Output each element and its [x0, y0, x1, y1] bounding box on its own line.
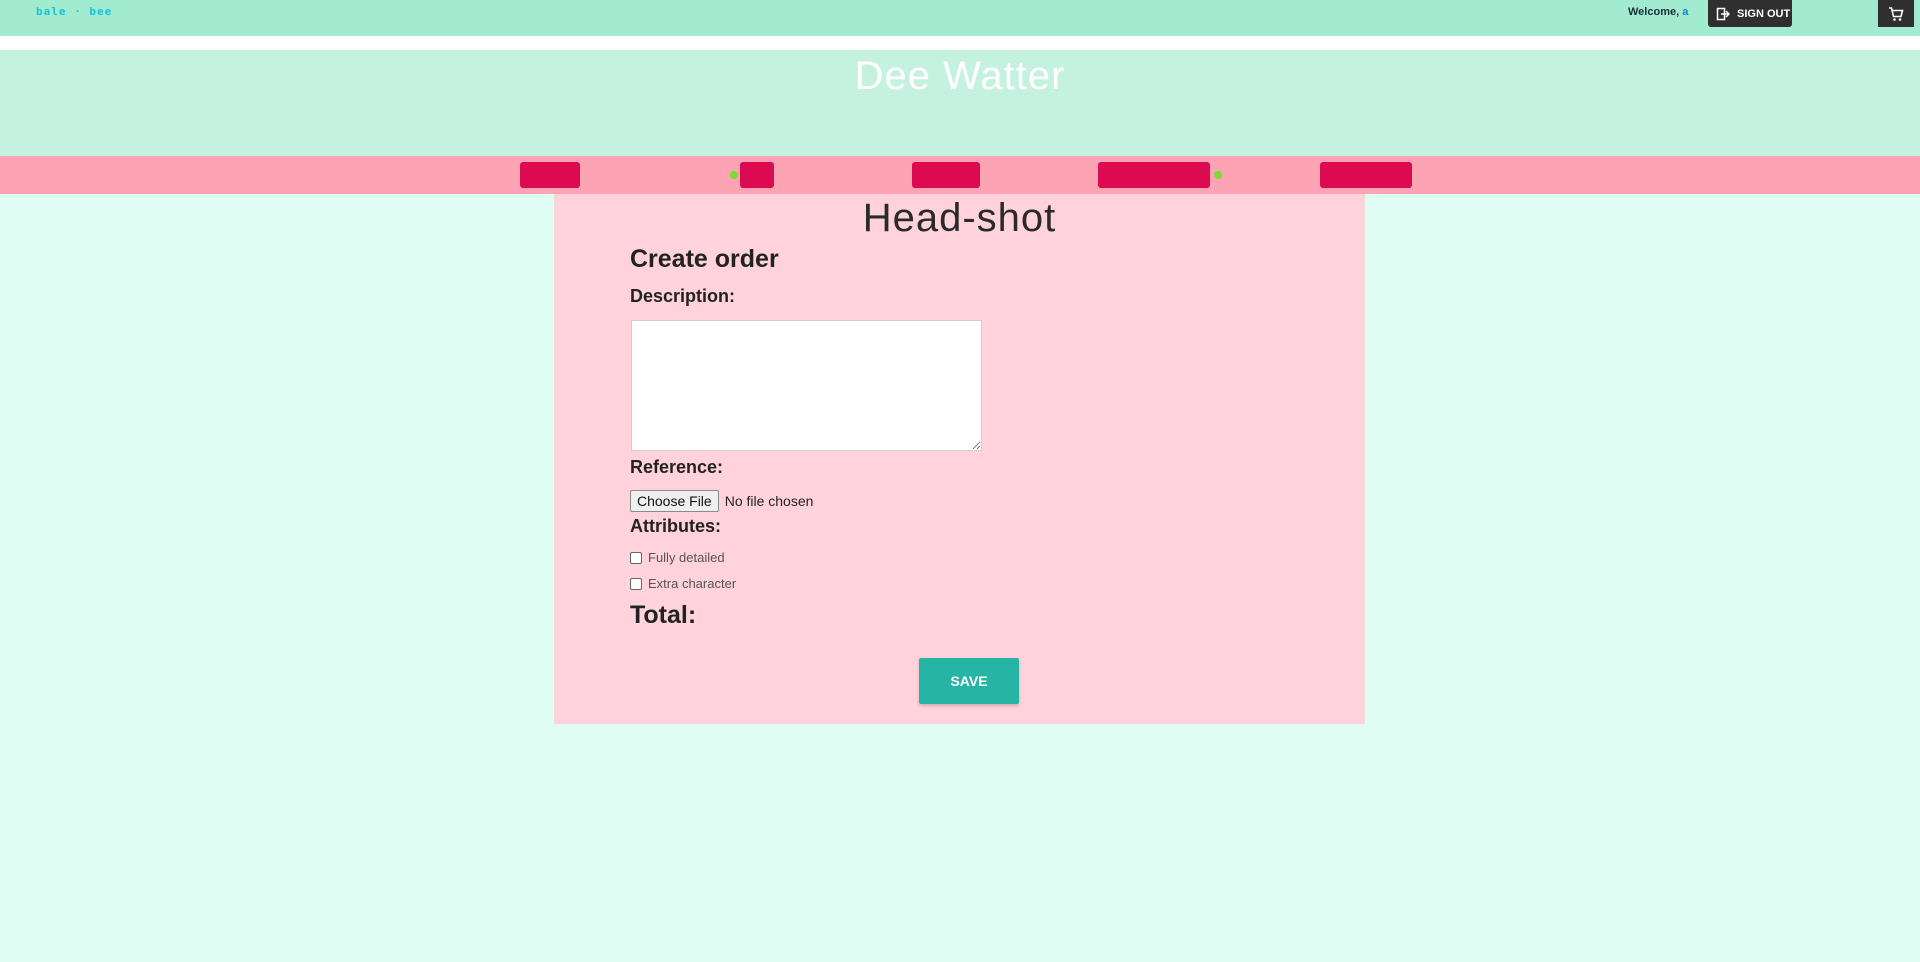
- redacted-label: [912, 162, 980, 188]
- site-logo[interactable]: bale · bee: [36, 5, 112, 18]
- nav-item-2[interactable]: [730, 162, 774, 188]
- nav-item-5[interactable]: [1320, 162, 1412, 188]
- sign-out-button[interactable]: SIGN OUT: [1708, 0, 1792, 27]
- nav-item-3[interactable]: [912, 162, 980, 188]
- save-button[interactable]: SAVE: [919, 658, 1019, 704]
- attribute-checkbox[interactable]: [630, 577, 642, 590]
- reference-label: Reference:: [630, 457, 724, 477]
- redacted-label: [1098, 162, 1210, 188]
- attribute-label: Fully detailed: [648, 550, 725, 565]
- top-bar: bale · bee Welcome, a SIGN OUT: [0, 0, 1920, 36]
- welcome-text: Welcome,: [1628, 6, 1683, 18]
- nav-item-4[interactable]: [1098, 162, 1222, 188]
- redacted-label: [740, 162, 774, 188]
- attribute-option[interactable]: Extra character: [630, 576, 736, 591]
- file-input[interactable]: Choose File No file chosen: [630, 490, 813, 512]
- attributes-label: Attributes:: [630, 516, 721, 536]
- header-divider: [0, 36, 1920, 50]
- shopping-cart-icon: [1889, 6, 1904, 21]
- redacted-label: [1320, 162, 1412, 188]
- sign-out-label: SIGN OUT: [1737, 7, 1791, 20]
- product-title: Head-shot: [862, 196, 1057, 240]
- welcome-message: Welcome, a: [1628, 6, 1688, 18]
- sign-out-icon: [1716, 7, 1730, 20]
- attribute-option[interactable]: Fully detailed: [630, 550, 725, 565]
- file-status: No file chosen: [724, 493, 814, 509]
- attribute-label: Extra character: [648, 576, 737, 591]
- nav-dot-icon: [1214, 171, 1222, 179]
- choose-file-button[interactable]: Choose File: [630, 490, 719, 512]
- redacted-label: [520, 162, 580, 188]
- description-label: Description:: [630, 286, 736, 306]
- form-heading: Create order: [630, 245, 779, 273]
- total-label: Total:: [630, 601, 697, 629]
- nav-dot-icon: [730, 171, 738, 179]
- main-nav: [0, 156, 1920, 194]
- nav-item-1[interactable]: [520, 162, 580, 188]
- username-link[interactable]: a: [1682, 6, 1688, 18]
- site-banner: Dee Watter: [0, 50, 1920, 156]
- description-textarea[interactable]: [631, 320, 982, 451]
- site-title: Dee Watter: [854, 54, 1066, 98]
- order-card: Head-shot Create order Description: Refe…: [554, 194, 1365, 724]
- attribute-checkbox[interactable]: [630, 551, 642, 564]
- cart-button[interactable]: [1878, 0, 1914, 27]
